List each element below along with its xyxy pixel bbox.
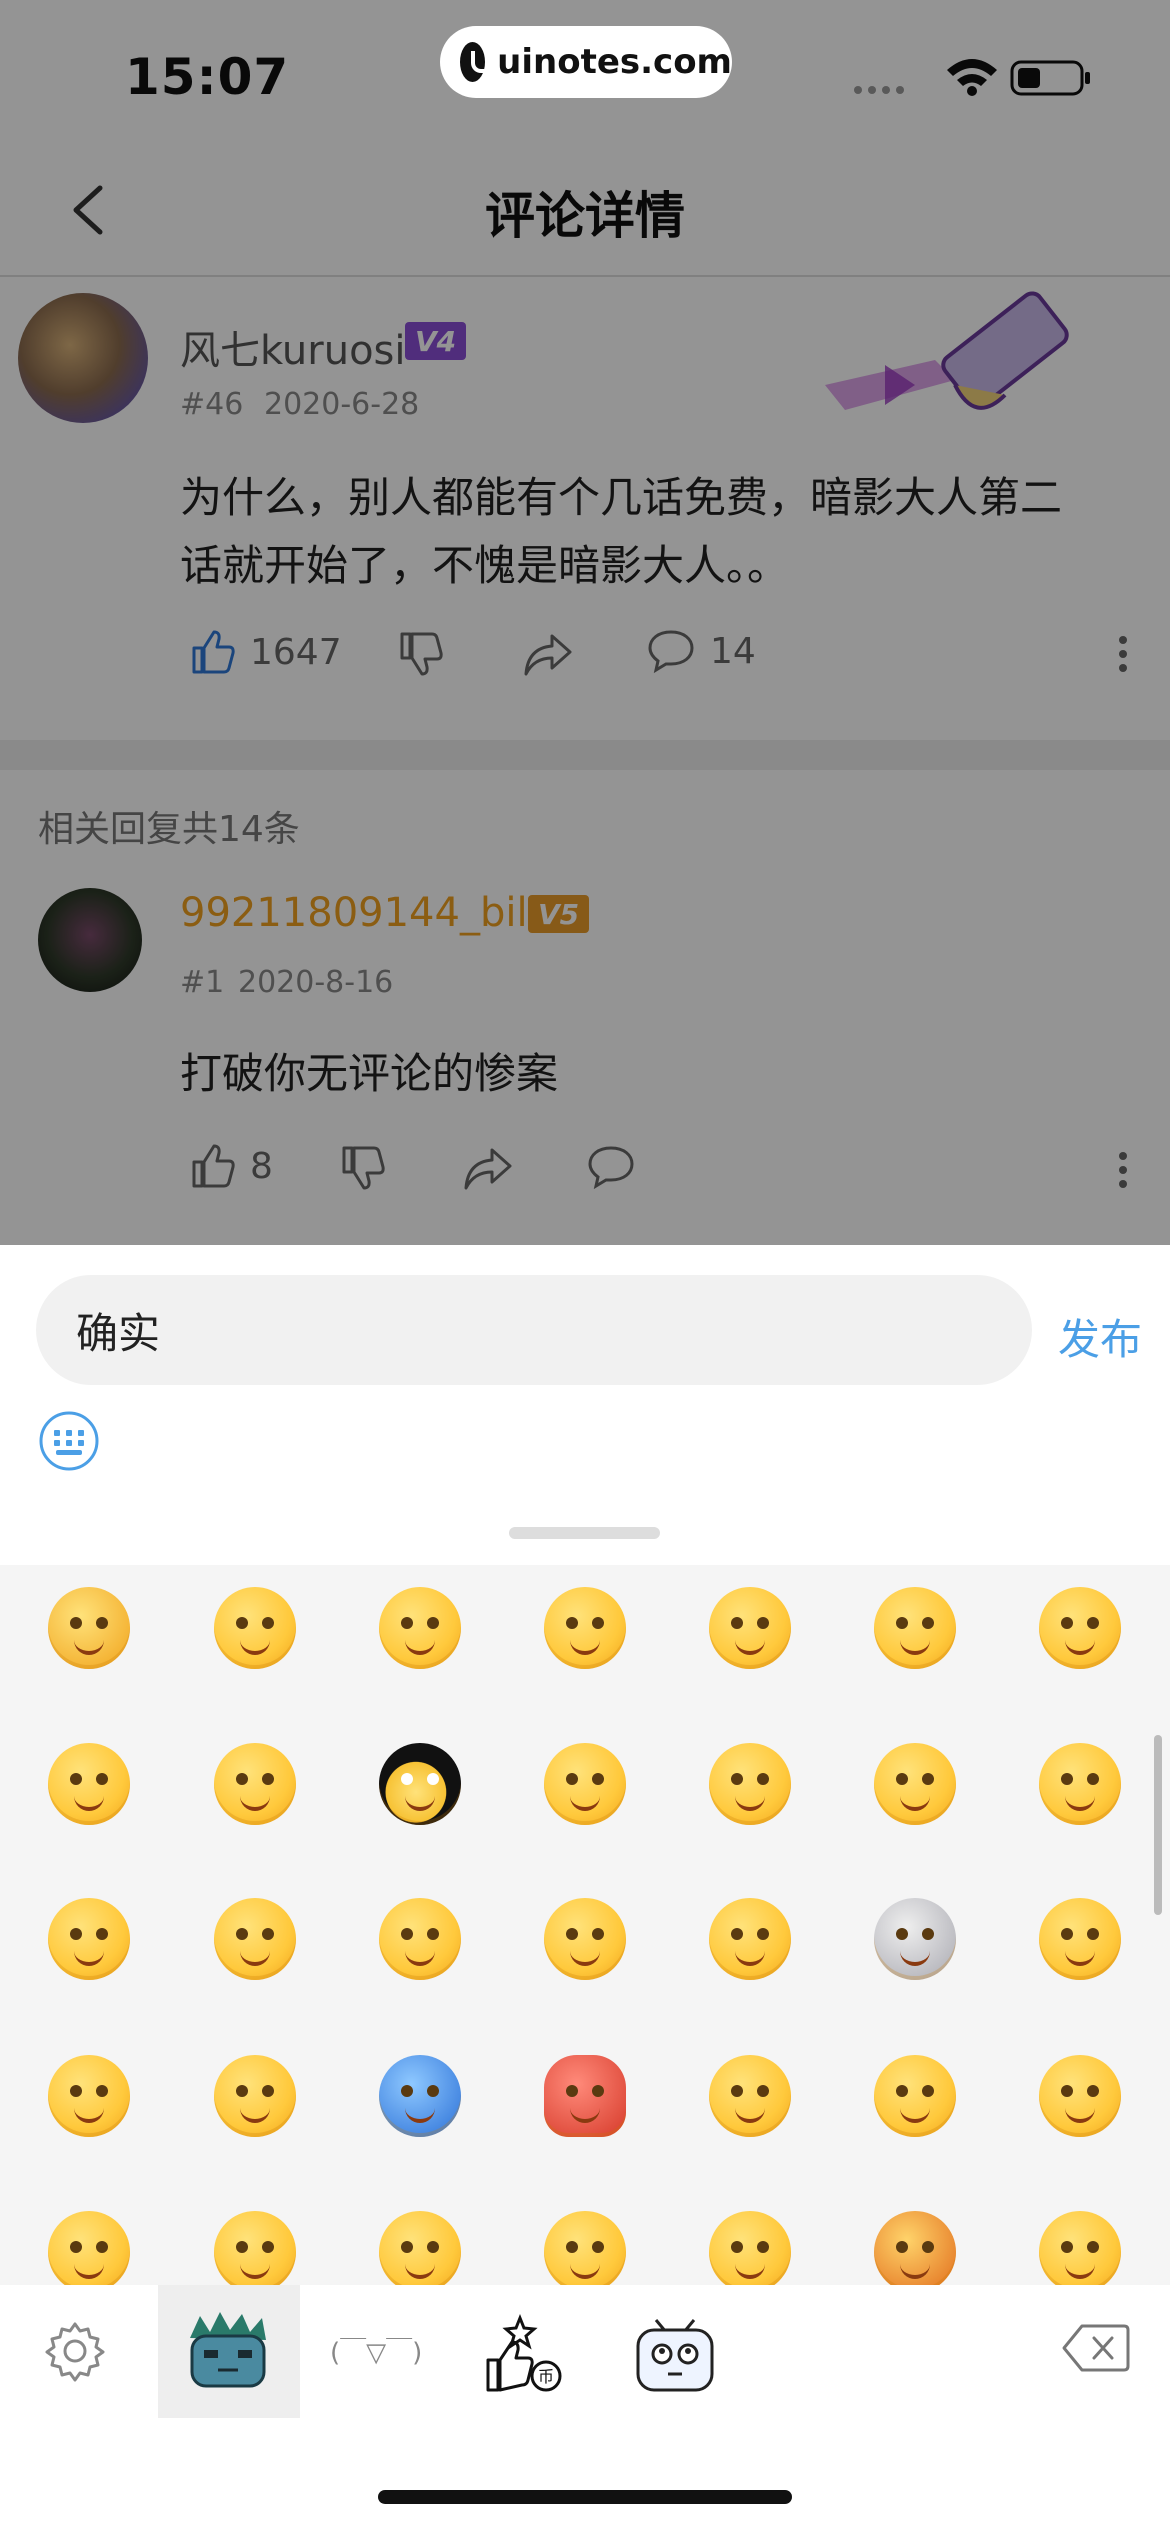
like-coin-icon: 币 bbox=[486, 2313, 562, 2392]
tv-face-icon bbox=[636, 2319, 714, 2392]
tab-tv-face[interactable] bbox=[632, 2306, 718, 2400]
emoji-scared[interactable] bbox=[544, 1743, 626, 1825]
share-button[interactable] bbox=[522, 630, 574, 682]
reply-input[interactable] bbox=[36, 1275, 1032, 1385]
emoji-eye-roll[interactable] bbox=[709, 1898, 791, 1980]
share-icon bbox=[464, 1148, 512, 1190]
emoji-facepalm[interactable] bbox=[214, 1743, 296, 1825]
reply-button[interactable] bbox=[586, 1144, 636, 1194]
level-badge: V5 bbox=[528, 895, 590, 933]
emoji-squint[interactable] bbox=[48, 1898, 130, 1980]
section-divider bbox=[0, 740, 1170, 770]
decoration-paintbrush-icon bbox=[815, 290, 1085, 440]
avatar[interactable] bbox=[38, 888, 142, 992]
share-icon bbox=[524, 634, 572, 676]
comment-detail-page: 15:07 评论详情 风七kuruosi V4 #46 2020-6-28 为什… bbox=[0, 0, 1170, 1245]
status-icons bbox=[852, 56, 1092, 96]
floor-number: #46 bbox=[180, 387, 244, 422]
comment-text-line1: 为什么，别人都能有个几话免费，暗影大人第二 bbox=[180, 473, 1063, 522]
emoji-look-up[interactable] bbox=[709, 2211, 791, 2285]
comment-icon bbox=[588, 1146, 634, 1190]
emoji-surprised[interactable] bbox=[709, 1587, 791, 1669]
settings-gear-icon[interactable] bbox=[44, 2320, 106, 2386]
emoji-speechless[interactable] bbox=[709, 1743, 791, 1825]
avatar[interactable] bbox=[18, 293, 148, 423]
reply-button[interactable]: 14 bbox=[646, 628, 756, 674]
uinotes-logo-icon bbox=[460, 42, 498, 82]
delete-backspace-icon[interactable] bbox=[1062, 2322, 1130, 2378]
tv-mascot-icon bbox=[190, 2312, 266, 2388]
emoji-shy[interactable] bbox=[214, 1587, 296, 1669]
keyboard-toggle-icon[interactable] bbox=[38, 1410, 100, 1472]
home-indicator[interactable] bbox=[378, 2490, 792, 2504]
floor-number: #1 bbox=[180, 965, 225, 1000]
more-options-icon[interactable] bbox=[1118, 1146, 1128, 1194]
comment-icon bbox=[648, 630, 694, 674]
like-count: 1647 bbox=[250, 631, 342, 673]
status-indicators-icon bbox=[854, 59, 1090, 96]
like-button[interactable]: 1647 bbox=[188, 628, 342, 676]
status-time: 15:07 bbox=[125, 48, 290, 106]
thumbs-down-icon bbox=[342, 1146, 385, 1190]
level-badge: V4 bbox=[405, 322, 467, 360]
emoji-shush[interactable] bbox=[214, 2211, 296, 2285]
emoji-melting-angry[interactable] bbox=[544, 2055, 626, 2137]
tab-thumbs-coin[interactable]: 币 bbox=[480, 2310, 570, 2404]
emoji-smile[interactable] bbox=[874, 1587, 956, 1669]
reply-input-value: 确实 bbox=[76, 1309, 161, 1358]
thumbs-up-icon bbox=[192, 1144, 235, 1188]
emoji-thinking[interactable] bbox=[874, 1743, 956, 1825]
emoji-sleepy[interactable] bbox=[1039, 2055, 1121, 2137]
emoji-scrollbar[interactable] bbox=[1154, 1735, 1162, 1915]
thumbs-down-icon bbox=[400, 632, 443, 676]
share-button[interactable] bbox=[462, 1144, 514, 1196]
page-title: 评论详情 bbox=[485, 187, 685, 245]
tab-tv-mascot[interactable] bbox=[180, 2308, 276, 2402]
emoji-smug[interactable] bbox=[379, 2211, 461, 2285]
emoji-grey-face[interactable] bbox=[874, 1898, 956, 1980]
dislike-button[interactable] bbox=[338, 1144, 386, 1196]
like-button[interactable]: 8 bbox=[188, 1142, 273, 1190]
url-pill: uinotes.com bbox=[440, 26, 732, 98]
comment-count: 14 bbox=[710, 630, 756, 672]
panel-drag-handle[interactable] bbox=[509, 1527, 660, 1539]
emoji-headband[interactable] bbox=[1039, 2211, 1121, 2285]
emoji-grid bbox=[0, 1565, 1170, 2285]
replies-count-label: 相关回复共14条 bbox=[38, 809, 300, 850]
emoji-wavy-mouth[interactable] bbox=[874, 2055, 956, 2137]
reply-text: 打破你无评论的惨案 bbox=[180, 1049, 559, 1098]
svg-text:币: 币 bbox=[538, 2367, 554, 2386]
reply-date: 2020-8-16 bbox=[238, 965, 394, 1000]
emoji-ponder[interactable] bbox=[544, 2211, 626, 2285]
emoji-yawn[interactable] bbox=[874, 2211, 956, 2285]
reply-username[interactable]: 99211809144_bili bbox=[180, 890, 539, 936]
emoji-confused[interactable] bbox=[379, 1587, 461, 1669]
like-count: 8 bbox=[250, 1145, 273, 1187]
username[interactable]: 风七kuruosi bbox=[180, 318, 406, 376]
emoji-shouting[interactable] bbox=[1039, 1743, 1121, 1825]
emoji-crying-loud[interactable] bbox=[48, 1587, 130, 1669]
emoji-cover-face[interactable] bbox=[48, 2211, 130, 2285]
thumbs-up-icon bbox=[192, 630, 235, 674]
emoji-shocked[interactable] bbox=[379, 1898, 461, 1980]
emoji-unamused[interactable] bbox=[214, 1898, 296, 1980]
url-text: uinotes.com bbox=[497, 42, 732, 82]
emoji-snicker[interactable] bbox=[1039, 1587, 1121, 1669]
more-options-icon[interactable] bbox=[1118, 630, 1128, 678]
emoji-angry[interactable] bbox=[48, 1743, 130, 1825]
emoji-frozen[interactable] bbox=[379, 2055, 461, 2137]
dislike-button[interactable] bbox=[396, 630, 444, 682]
comment-date: 2020-6-28 bbox=[264, 387, 420, 422]
tab-kaomoji[interactable]: (￣▽￣) bbox=[330, 2332, 422, 2369]
emoji-dark-face[interactable] bbox=[379, 1743, 461, 1825]
emoji-annoyed[interactable] bbox=[48, 2055, 130, 2137]
emoji-sad-cry[interactable] bbox=[1039, 1898, 1121, 1980]
emoji-sick[interactable] bbox=[709, 2055, 791, 2137]
publish-button[interactable]: 发布 bbox=[1058, 1306, 1142, 1367]
emoji-grimace[interactable] bbox=[214, 2055, 296, 2137]
comment-text-line2: 话就开始了，不愧是暗影大人。。 bbox=[180, 541, 790, 590]
emoji-pray[interactable] bbox=[544, 1898, 626, 1980]
emoji-laugh-cry[interactable] bbox=[544, 1587, 626, 1669]
